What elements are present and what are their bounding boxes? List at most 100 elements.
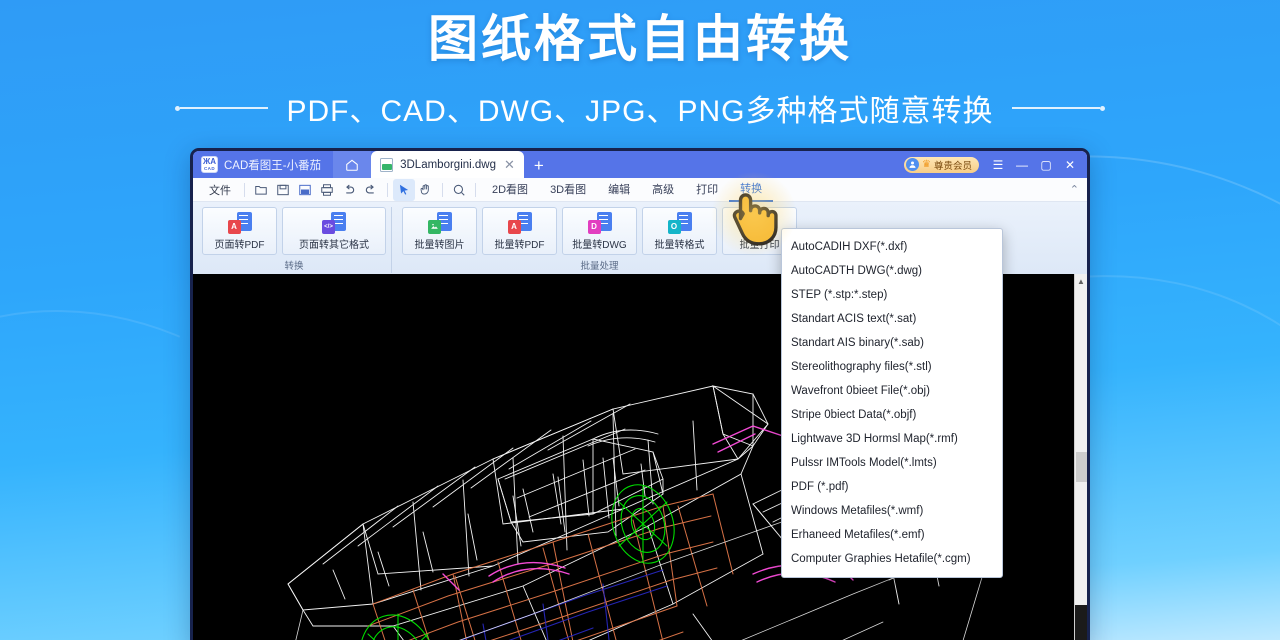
batch-print-icon: P xyxy=(747,211,772,234)
batch-to-dwg-button[interactable]: D 批量转DWG xyxy=(562,207,637,255)
ribbon-group-label-batch: 批量处理 xyxy=(580,261,619,272)
select-arrow-icon[interactable] xyxy=(393,178,415,201)
rule-dot xyxy=(1099,105,1105,111)
page-to-pdf-icon: A xyxy=(227,211,252,234)
dropdown-item-lmts[interactable]: Pulssr IMTools Model(*.lmts) xyxy=(782,451,1002,475)
print-icon[interactable] xyxy=(316,179,338,201)
home-tab-button[interactable] xyxy=(333,151,372,178)
app-title: CAD看图王-小番茄 xyxy=(224,159,322,172)
avatar-icon xyxy=(906,158,920,171)
window-controls: ♛ 尊贵会员 ☰ — ▢ ✕ xyxy=(904,151,1081,178)
batch-to-pdf-icon: A xyxy=(507,211,532,234)
left-rule xyxy=(175,105,269,111)
open-folder-icon[interactable] xyxy=(250,179,272,201)
crown-icon: ♛ xyxy=(922,158,931,170)
menu-item-advanced[interactable]: 高级 xyxy=(641,179,685,201)
rule-line xyxy=(1011,107,1100,109)
page-to-other-format-button[interactable]: </> 页面转其它格式 xyxy=(282,207,386,255)
dropdown-item-stl[interactable]: Stereolithography files(*.stl) xyxy=(782,355,1002,379)
dropdown-item-emf[interactable]: Erhaneed Metafiles(*.emf) xyxy=(782,523,1002,547)
title-bar: ЖА CAD CAD看图王-小番茄 3DLamborgini.dwg ✕ + ♛… xyxy=(193,151,1087,178)
print-tag-icon: P xyxy=(747,219,761,234)
new-tab-button[interactable]: + xyxy=(524,154,554,178)
dropdown-item-objf[interactable]: Stripe 0biect Data(*.objf) xyxy=(782,403,1002,427)
undo-icon[interactable] xyxy=(338,179,360,201)
document-tab[interactable]: 3DLamborgini.dwg ✕ xyxy=(371,151,524,178)
dwg-file-icon xyxy=(380,157,394,172)
home-icon xyxy=(346,159,358,171)
divider xyxy=(475,182,476,197)
menu-item-3d-view[interactable]: 3D看图 xyxy=(539,179,597,201)
dropdown-item-cgm[interactable]: Computer Graphies Hetafile(*.cgm) xyxy=(782,547,1002,571)
save-pdf-icon[interactable] xyxy=(294,179,316,201)
page-to-pdf-button[interactable]: A 页面转PDF xyxy=(202,207,277,255)
scrollbar-thumb[interactable] xyxy=(1076,452,1087,482)
close-tab-icon[interactable]: ✕ xyxy=(503,157,516,173)
vip-badge[interactable]: ♛ 尊贵会员 xyxy=(904,156,979,173)
pdf-tag-icon: A xyxy=(227,219,241,234)
dropdown-item-pdf[interactable]: PDF (*.pdf) xyxy=(782,475,1002,499)
ribbon-button-label: 批量转格式 xyxy=(654,239,705,251)
zoom-search-icon[interactable] xyxy=(448,179,470,201)
dropdown-item-rmf[interactable]: Lightwave 3D Hormsl Map(*.rmf) xyxy=(782,427,1002,451)
dropdown-item-dxf[interactable]: AutoCADIH DXF(*.dxf) xyxy=(782,235,1002,259)
scrollbar-track-bottom[interactable] xyxy=(1075,605,1087,640)
menu-bar: 文件 2D看图 3D看图 编辑 高级 打印 转换 ⌃ xyxy=(193,178,1087,202)
pan-hand-icon[interactable] xyxy=(415,179,437,201)
menu-item-print[interactable]: 打印 xyxy=(685,179,729,201)
minimize-button[interactable]: — xyxy=(1011,151,1033,178)
document-tab-label: 3DLamborgini.dwg xyxy=(400,158,496,171)
pdf-tag-icon: A xyxy=(507,219,521,234)
window-menu-button[interactable]: ☰ xyxy=(987,151,1009,178)
ribbon-group-batch: 批量转图片 A 批量转PDF D 批量转DWG O 批量转格式 P 批量打印 批… xyxy=(397,207,802,273)
menu-item-convert[interactable]: 转换 xyxy=(729,178,774,202)
dropdown-item-obj[interactable]: Wavefront 0bieet File(*.obj) xyxy=(782,379,1002,403)
dwg-tag-icon: D xyxy=(587,219,601,234)
rule-line xyxy=(180,107,269,109)
dropdown-item-sat[interactable]: Standart ACIS text(*.sat) xyxy=(782,307,1002,331)
ribbon-group-buttons: A 页面转PDF </> 页面转其它格式 xyxy=(197,207,391,255)
maximize-button[interactable]: ▢ xyxy=(1035,151,1057,178)
divider xyxy=(244,182,245,197)
file-menu[interactable]: 文件 xyxy=(201,182,239,198)
divider xyxy=(442,182,443,197)
page-to-other-format-icon: </> xyxy=(322,211,346,234)
format-tag-icon: O xyxy=(667,219,681,234)
ribbon-button-label: 批量打印 xyxy=(739,239,780,251)
user-glyph-icon xyxy=(909,161,916,168)
menu-item-2d-view[interactable]: 2D看图 xyxy=(481,179,539,201)
dropdown-item-sab[interactable]: Standart AIS binary(*.sab) xyxy=(782,331,1002,355)
subheadline-row: PDF、CAD、DWG、JPG、PNG多种格式随意转换 xyxy=(0,86,1280,130)
ribbon-button-label: 批量转图片 xyxy=(414,239,465,251)
app-logo-sub: CAD xyxy=(204,165,215,171)
vip-badge-label: 尊贵会员 xyxy=(933,160,972,172)
right-rule xyxy=(1011,105,1105,111)
ribbon-group-label-convert: 转换 xyxy=(284,261,304,272)
batch-to-dwg-icon: D xyxy=(587,211,612,234)
app-identity: ЖА CAD CAD看图王-小番茄 xyxy=(193,151,334,178)
page-subheadline: PDF、CAD、DWG、JPG、PNG多种格式随意转换 xyxy=(286,95,994,128)
viewport-scrollbar[interactable]: ▲ xyxy=(1074,274,1087,640)
dropdown-item-dwg[interactable]: AutoCADTH DWG(*.dwg) xyxy=(782,259,1002,283)
batch-to-pdf-button[interactable]: A 批量转PDF xyxy=(482,207,557,255)
batch-to-image-icon xyxy=(427,211,452,234)
dropdown-item-wmf[interactable]: Windows Metafiles(*.wmf) xyxy=(782,499,1002,523)
redo-icon[interactable] xyxy=(360,179,382,201)
ribbon-group-convert: A 页面转PDF </> 页面转其它格式 转换 xyxy=(197,207,392,273)
ribbon-button-label: 批量转DWG xyxy=(572,239,627,251)
app-logo-icon: ЖА CAD xyxy=(201,156,218,173)
collapse-ribbon-icon[interactable]: ⌃ xyxy=(1070,183,1079,196)
close-window-button[interactable]: ✕ xyxy=(1059,151,1081,178)
menu-item-edit[interactable]: 编辑 xyxy=(597,179,641,201)
scroll-up-icon[interactable]: ▲ xyxy=(1075,274,1087,288)
format-dropdown-menu[interactable]: AutoCADIH DXF(*.dxf) AutoCADTH DWG(*.dwg… xyxy=(781,228,1003,578)
ribbon-button-label: 页面转PDF xyxy=(214,239,265,251)
divider xyxy=(387,182,388,197)
save-icon[interactable] xyxy=(272,179,294,201)
ribbon-button-label: 页面转其它格式 xyxy=(299,239,369,251)
ribbon-button-label: 批量转PDF xyxy=(494,239,545,251)
dropdown-item-step[interactable]: STEP (*.stp:*.step) xyxy=(782,283,1002,307)
batch-to-format-button[interactable]: O 批量转格式 xyxy=(642,207,717,255)
batch-to-image-button[interactable]: 批量转图片 xyxy=(402,207,477,255)
code-tag-icon: </> xyxy=(322,219,335,234)
